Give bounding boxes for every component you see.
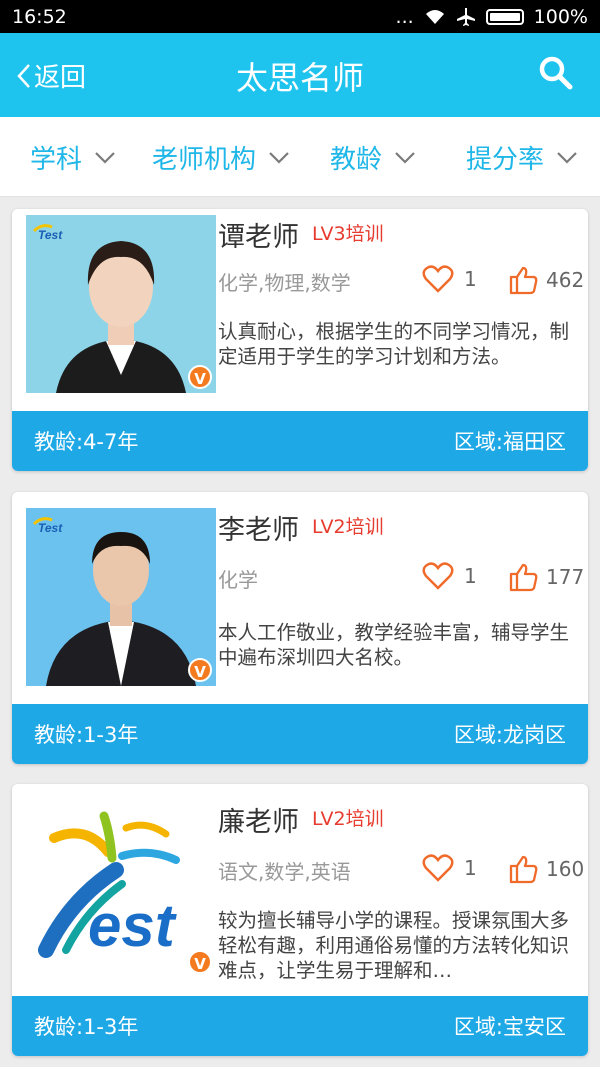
notification-dots: ...	[395, 5, 414, 28]
filter-institution[interactable]: 老师机构	[152, 139, 290, 176]
chevron-down-icon	[269, 151, 289, 164]
favorite-count: 1	[464, 267, 477, 291]
status-bar: 16:52 ... 100%	[0, 0, 600, 33]
wifi-icon	[425, 9, 444, 24]
teacher-description: 本人工作敬业，教学经验丰富，辅导学生中遍布深圳四大名校。	[218, 621, 570, 669]
test-logo: Test	[32, 517, 63, 534]
battery-level: 100%	[533, 5, 588, 28]
card-footer: 教龄:1-3年 区域:宝安区	[12, 996, 588, 1056]
teaching-age: 教龄:1-3年	[34, 1015, 139, 1039]
area: 区域:龙岗区	[453, 723, 566, 747]
favorite-button[interactable]: 1	[422, 265, 477, 293]
teacher-photo: Test V	[26, 215, 216, 393]
teacher-photo: Test V	[26, 508, 216, 686]
thumbs-up-button[interactable]: 462	[508, 265, 584, 295]
teacher-level: LV3培训	[312, 223, 384, 245]
verified-badge: V	[188, 365, 212, 389]
teacher-description: 较为擅长辅导小学的课程。授课氛围大多轻松有趣，利用通俗易懂的方法转化知识难点，让…	[218, 909, 570, 982]
teacher-level: LV2培训	[312, 516, 384, 538]
search-icon	[539, 56, 573, 90]
thumbs-up-count: 177	[546, 565, 585, 589]
airplane-icon	[456, 7, 475, 26]
teacher-description: 认真耐心，根据学生的不同学习情况，制定适用于学生的学习计划和方法。	[218, 320, 570, 368]
thumbs-up-icon	[509, 266, 538, 295]
favorite-count: 1	[464, 564, 477, 588]
test-logo: est	[26, 800, 216, 978]
teacher-card[interactable]: est V 廉老师 LV2培训 语文,数学,英语 1 160 较为擅长辅导小学的…	[12, 784, 588, 1056]
teacher-name: 李老师	[218, 515, 299, 546]
status-icons: ... 100%	[396, 6, 588, 28]
area: 区域:宝安区	[453, 1015, 566, 1039]
filter-label: 老师机构	[152, 145, 257, 175]
heart-icon	[422, 854, 454, 882]
favorite-button[interactable]: 1	[422, 854, 477, 882]
teacher-card[interactable]: Test V 谭老师 LV3培训 化学,物理,数学 1 462 认真耐心，根据学…	[12, 209, 588, 471]
chevron-down-icon	[557, 151, 577, 164]
page-title: 太思名师	[235, 59, 364, 97]
filter-teaching-age[interactable]: 教龄	[330, 139, 416, 176]
verified-badge: V	[188, 950, 212, 974]
teacher-name: 廉老师	[218, 807, 299, 838]
battery-icon	[485, 8, 524, 25]
teacher-photo: est V	[26, 800, 216, 978]
chevron-down-icon	[395, 151, 415, 164]
card-footer: 教龄:4-7年 区域:福田区	[12, 411, 588, 471]
filter-subject[interactable]: 学科	[30, 139, 116, 176]
filter-bar: 学科 老师机构 教龄 提分率	[0, 117, 600, 197]
teacher-subjects: 化学,物理,数学	[218, 271, 351, 295]
filter-label: 提分率	[466, 145, 545, 175]
teacher-level: LV2培训	[312, 808, 384, 830]
status-time: 16:52	[12, 5, 67, 28]
thumbs-up-icon	[509, 855, 538, 884]
svg-text:est: est	[88, 892, 178, 959]
heart-icon	[422, 265, 454, 293]
teacher-subjects: 语文,数学,英语	[218, 860, 351, 884]
filter-label: 教龄	[330, 145, 383, 175]
teacher-card[interactable]: Test V 李老师 LV2培训 化学 1 177 本人工作敬业，教学经验丰富，…	[12, 492, 588, 764]
chevron-down-icon	[95, 151, 115, 164]
teacher-name: 谭老师	[218, 222, 299, 253]
teaching-age: 教龄:1-3年	[34, 723, 139, 747]
thumbs-up-icon	[509, 563, 538, 592]
area: 区域:福田区	[453, 430, 566, 454]
card-footer: 教龄:1-3年 区域:龙岗区	[12, 704, 588, 764]
thumbs-up-count: 462	[546, 268, 585, 292]
filter-label: 学科	[30, 145, 83, 175]
heart-icon	[422, 562, 454, 590]
thumbs-up-count: 160	[546, 857, 585, 881]
favorite-button[interactable]: 1	[422, 562, 477, 590]
test-logo: Test	[32, 224, 63, 241]
app-bar: 返回 太思名师	[0, 33, 600, 117]
svg-text:Test: Test	[38, 521, 63, 534]
filter-score-rate[interactable]: 提分率	[466, 139, 578, 176]
svg-text:Test: Test	[38, 228, 63, 241]
thumbs-up-button[interactable]: 160	[508, 854, 584, 884]
teacher-subjects: 化学	[218, 568, 258, 592]
thumbs-up-button[interactable]: 177	[508, 562, 584, 592]
search-button[interactable]	[538, 55, 574, 95]
favorite-count: 1	[464, 856, 477, 880]
verified-badge: V	[188, 658, 212, 682]
teaching-age: 教龄:4-7年	[34, 430, 139, 454]
